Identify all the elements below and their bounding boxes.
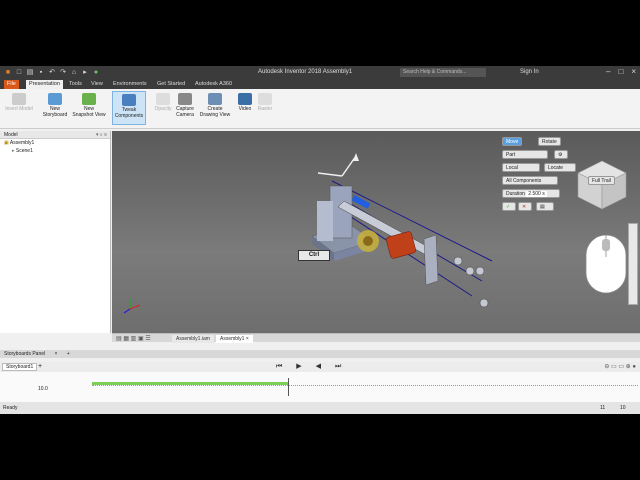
browser-tools[interactable]: ▾ ⌕ ≡ <box>96 131 107 139</box>
quick-access-toolbar: ■ □ ▤ ▪ ↶ ↷ ⌂ ▸ ● <box>4 68 100 77</box>
application-window: ■ □ ▤ ▪ ↶ ↷ ⌂ ▸ ● Autodesk Inventor 2018… <box>0 66 640 414</box>
ribbon-panel: Insert Model New Storyboard New Snapshot… <box>0 89 640 129</box>
status-bar: Ready 11 10 <box>0 402 640 414</box>
snapshot-icon <box>82 93 96 105</box>
timeline[interactable]: 10.0 <box>0 372 640 402</box>
new-storyboard-button[interactable]: New Storyboard <box>38 91 72 125</box>
tab-tools[interactable]: Tools <box>66 80 85 89</box>
new-icon[interactable]: □ <box>15 68 23 77</box>
graphics-viewport[interactable]: Ctrl Full Trail Move Rotate Part ⚙ Local… <box>112 131 640 333</box>
zoom-controls[interactable]: ⊖ ▭ ▭ ⊕ ● <box>604 363 636 370</box>
add-storyboard-icon[interactable]: + <box>38 363 46 371</box>
rotate-button[interactable]: Rotate <box>538 137 561 146</box>
close-panel-icon[interactable]: × <box>55 351 58 357</box>
drawing-view-icon <box>208 93 222 105</box>
close-icon: ✕ <box>522 204 527 210</box>
playback-controls: ⏮ ▶ ◀ ⏭ <box>276 362 341 372</box>
new-snapshot-view-button[interactable]: New Snapshot View <box>72 91 106 125</box>
tweak-icon <box>122 94 136 106</box>
assembly-model[interactable] <box>112 131 640 333</box>
raster-button[interactable]: Raster <box>254 91 276 125</box>
capture-camera-button[interactable]: Capture Camera <box>168 91 202 125</box>
save-icon[interactable]: ▪ <box>37 68 45 77</box>
home-icon[interactable]: ⌂ <box>70 68 78 77</box>
undo-icon[interactable]: ↶ <box>48 68 56 77</box>
gear-icon: ⚙ <box>558 152 563 158</box>
check-icon: ✓ <box>506 204 511 210</box>
close-icon[interactable]: × <box>631 67 636 76</box>
tab-view[interactable]: View <box>88 80 106 89</box>
storyboard-toolbar: Storyboard1 + ⏮ ▶ ◀ ⏭ ⊖ ▭ ▭ ⊕ ● <box>0 362 640 372</box>
reverse-icon[interactable]: ◀ <box>316 363 321 370</box>
move-button[interactable]: Move <box>502 137 523 146</box>
cancel-button[interactable]: ✕ <box>518 202 532 211</box>
assembly-icon: ▣ <box>4 140 9 146</box>
locate-button[interactable]: Locate <box>544 163 576 172</box>
part-select[interactable]: Part <box>502 150 548 159</box>
duration-field[interactable]: Duration 2.500 s <box>502 189 560 198</box>
tree-item-scene[interactable]: ▸ Scene1 <box>0 147 110 155</box>
go-to-start-icon[interactable]: ⏮ <box>276 363 282 370</box>
close-tab-icon[interactable]: × <box>246 336 249 342</box>
scene-icon: ▸ <box>12 148 15 154</box>
help-search-input[interactable]: Search Help & Commands... <box>400 68 486 77</box>
tweak-components-button[interactable]: Tweak Components <box>112 91 146 125</box>
tile-icons[interactable]: ▤ ▦ ▥ ▣ ☰ <box>116 335 151 342</box>
model-browser: Model ▾ ⌕ ≡ ▣ Assembly1 ▸ Scene1 <box>0 131 111 333</box>
minimize-icon[interactable]: – <box>606 67 610 76</box>
ribbon-tabs: File Presentation Tools View Environment… <box>0 80 640 89</box>
tab-presentation[interactable]: Presentation <box>26 80 63 89</box>
raster-icon <box>258 93 272 105</box>
doc-tab-assembly[interactable]: Assembly1 × <box>216 335 253 343</box>
ok-button[interactable]: ✓ <box>502 202 516 211</box>
open-icon[interactable]: ▤ <box>26 68 34 77</box>
maximize-icon[interactable]: □ <box>618 67 623 76</box>
document-tabs: ▤ ▦ ▥ ▣ ☰ Assembly1.iam Assembly1 × <box>112 333 640 343</box>
doc-tab-assembly-iam[interactable]: Assembly1.iam <box>172 335 214 343</box>
part-options-button[interactable]: ⚙ <box>554 150 568 159</box>
tab-file[interactable]: File <box>4 80 19 89</box>
local-select[interactable]: Local <box>502 163 540 172</box>
ctrl-key-tip: Ctrl <box>298 250 330 261</box>
add-panel-icon[interactable]: + <box>67 351 70 357</box>
video-icon <box>238 93 252 105</box>
sign-in-link[interactable]: Sign In <box>520 69 539 75</box>
window-controls: – □ × <box>606 67 636 76</box>
tab-autodesk-a360[interactable]: Autodesk A360 <box>192 80 235 89</box>
redo-icon[interactable]: ↷ <box>59 68 67 77</box>
menu-icon: ▤ <box>540 204 545 210</box>
all-components-select[interactable]: All Components <box>502 176 558 185</box>
timeline-value: 10.0 <box>38 386 48 392</box>
navigation-bar[interactable] <box>628 223 638 305</box>
viewcube-menu[interactable]: Full Trail <box>588 176 615 185</box>
camera-icon <box>178 93 192 105</box>
create-drawing-view-button[interactable]: Create Drawing View <box>198 91 232 125</box>
tree-item-assembly[interactable]: ▣ Assembly1 <box>0 139 110 147</box>
storyboard-panel-header: Storyboards Panel × + <box>0 350 640 358</box>
tab-get-started[interactable]: Get Started <box>154 80 188 89</box>
title-bar: ■ □ ▤ ▪ ↶ ↷ ⌂ ▸ ● Autodesk Inventor 2018… <box>0 66 640 80</box>
window-title: Autodesk Inventor 2018 Assembly1 <box>258 69 353 75</box>
insert-model-icon <box>12 93 26 105</box>
storyboard-icon <box>48 93 62 105</box>
browser-header: Model ▾ ⌕ ≡ <box>0 131 110 139</box>
appearance-icon[interactable]: ● <box>92 68 100 77</box>
camera-track-bar[interactable] <box>92 382 288 385</box>
app-menu-icon[interactable]: ■ <box>4 68 12 77</box>
browser-title: Model <box>4 132 18 138</box>
insert-model-button[interactable]: Insert Model <box>2 91 36 125</box>
tab-environments[interactable]: Environments <box>110 80 150 89</box>
storyboard-tab[interactable]: Storyboard1 <box>2 363 38 371</box>
go-to-end-icon[interactable]: ⏭ <box>335 363 341 370</box>
select-icon[interactable]: ▸ <box>81 68 89 77</box>
more-options-button[interactable]: ▤ <box>536 202 554 211</box>
play-icon[interactable]: ▶ <box>296 363 301 370</box>
playhead[interactable] <box>288 378 289 396</box>
